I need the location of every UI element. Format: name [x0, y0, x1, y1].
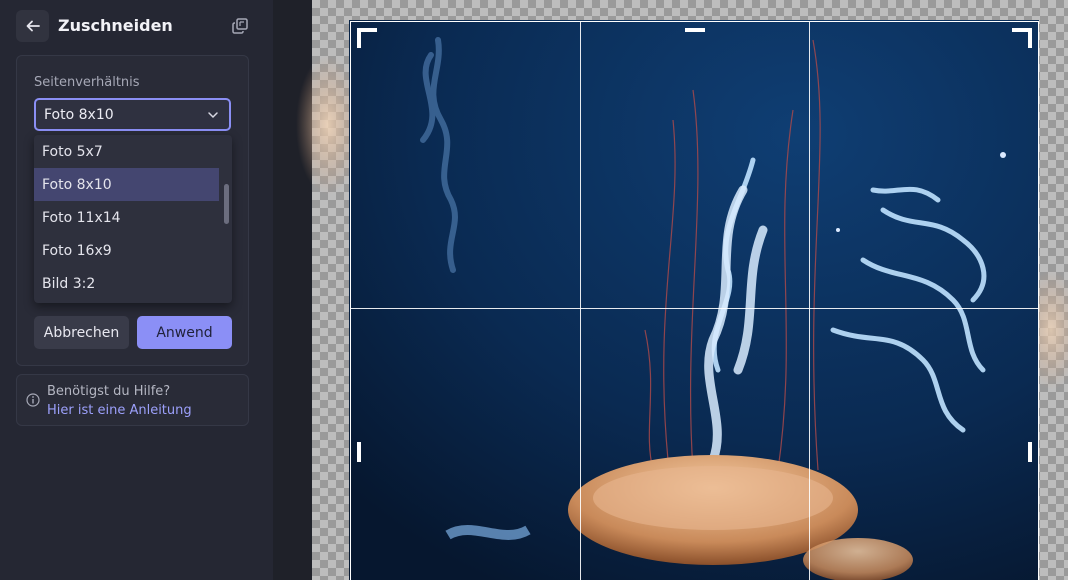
aspect-ratio-panel: Seitenverhältnis Foto 8x10 Foto 5x7 Foto… [16, 55, 249, 366]
aspect-ratio-select[interactable]: Foto 8x10 [34, 98, 231, 131]
apply-button[interactable]: Anwend [137, 316, 232, 349]
crop-handle-top-right[interactable] [1012, 28, 1032, 48]
cancel-button[interactable]: Abbrechen [34, 316, 129, 349]
crop-handle-left[interactable] [357, 442, 361, 462]
select-value: Foto 8x10 [44, 106, 114, 123]
help-question: Benötigst du Hilfe? [47, 384, 171, 399]
image-canvas [273, 0, 1068, 580]
page-title: Zuschneiden [58, 16, 173, 35]
aspect-ratio-dropdown: Foto 5x7 Foto 8x10 Foto 11x14 Foto 16x9 … [34, 135, 232, 303]
arrow-left-icon [26, 20, 40, 32]
option-foto-16x9[interactable]: Foto 16x9 [34, 234, 219, 267]
sidebar-header: Zuschneiden [16, 10, 258, 42]
dropdown-scrollbar[interactable] [224, 184, 229, 224]
crop-handle-top[interactable] [685, 28, 705, 32]
grid-line-vertical-1 [580, 22, 581, 580]
copy-icon [232, 18, 248, 34]
aspect-ratio-label: Seitenverhältnis [34, 75, 140, 90]
crop-handle-top-left[interactable] [357, 28, 377, 48]
help-box: Benötigst du Hilfe? Hier ist eine Anleit… [16, 374, 249, 426]
option-foto-5x7[interactable]: Foto 5x7 [34, 135, 219, 168]
option-foto-8x10[interactable]: Foto 8x10 [34, 168, 219, 201]
info-icon [26, 393, 40, 407]
crop-sidebar: Zuschneiden Seitenverhältnis Foto 8x10 F… [0, 0, 273, 580]
back-button[interactable] [16, 10, 49, 42]
grid-line-horizontal-1 [351, 308, 1038, 309]
grid-line-vertical-2 [809, 22, 810, 580]
duplicate-button[interactable] [230, 16, 250, 36]
option-bild-3-2[interactable]: Bild 3:2 [34, 267, 219, 300]
option-foto-11x14[interactable]: Foto 11x14 [34, 201, 219, 234]
crop-frame[interactable] [350, 21, 1039, 580]
chevron-down-icon [208, 112, 218, 119]
crop-handle-right[interactable] [1028, 442, 1032, 462]
help-guide-link[interactable]: Hier ist eine Anleitung [47, 403, 192, 418]
